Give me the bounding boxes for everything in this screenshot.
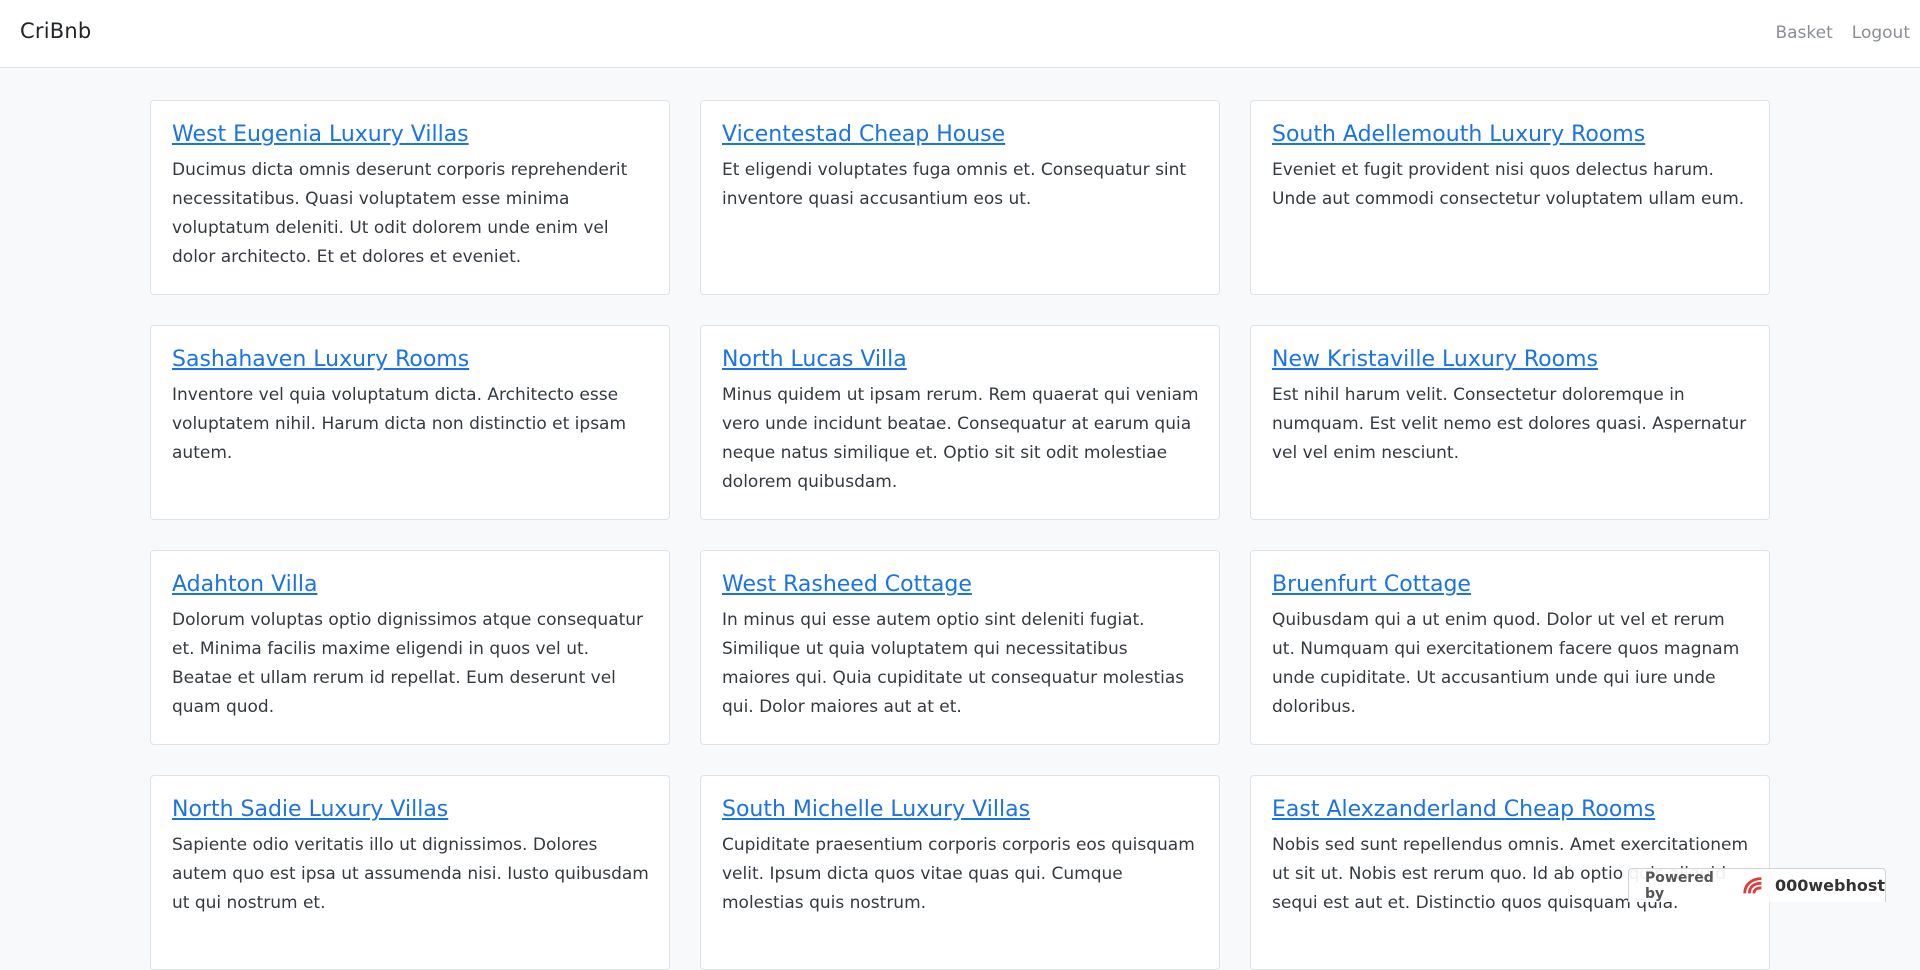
webhost-logo-icon	[1743, 876, 1762, 894]
listing-card: South Adellemouth Luxury Rooms Eveniet e…	[1250, 100, 1770, 295]
basket-link[interactable]: Basket	[1775, 23, 1832, 43]
listing-card: Vicentestad Cheap House Et eligendi volu…	[700, 100, 1220, 295]
listing-card: North Sadie Luxury Villas Sapiente odio …	[150, 775, 670, 970]
listing-title-link[interactable]: South Adellemouth Luxury Rooms	[1272, 121, 1749, 149]
listing-description: Minus quidem ut ipsam rerum. Rem quaerat…	[722, 385, 1199, 492]
listing-title-link[interactable]: West Eugenia Luxury Villas	[172, 121, 649, 149]
listing-description: Dolorum voluptas optio dignissimos atque…	[172, 610, 644, 717]
listing-card: New Kristaville Luxury Rooms Est nihil h…	[1250, 325, 1770, 520]
hosting-badge-prefix: Powered by	[1645, 869, 1714, 902]
listing-title-link[interactable]: Sashahaven Luxury Rooms	[172, 346, 649, 374]
nav-links: Basket Logout	[1775, 23, 1910, 43]
logout-link[interactable]: Logout	[1852, 23, 1910, 43]
top-navbar: CriBnb Basket Logout	[0, 0, 1920, 68]
brand-logo-link[interactable]: CriBnb	[20, 19, 91, 43]
listing-description: In minus qui esse autem optio sint delen…	[722, 610, 1185, 717]
listing-description: Sapiente odio veritatis illo ut dignissi…	[172, 835, 649, 913]
listing-title-link[interactable]: New Kristaville Luxury Rooms	[1272, 346, 1749, 374]
listing-description: Ducimus dicta omnis deserunt corporis re…	[172, 160, 628, 267]
listing-description: Cupiditate praesentium corporis corporis…	[722, 835, 1195, 913]
listing-card: Adahton Villa Dolorum voluptas optio dig…	[150, 550, 670, 745]
listing-card: Sashahaven Luxury Rooms Inventore vel qu…	[150, 325, 670, 520]
listing-title-link[interactable]: East Alexzanderland Cheap Rooms	[1272, 796, 1749, 824]
listing-card: Bruenfurt Cottage Quibusdam qui a ut eni…	[1250, 550, 1770, 745]
hosting-badge-name: 000webhost	[1774, 876, 1885, 895]
listing-description: Eveniet et fugit provident nisi quos del…	[1272, 160, 1745, 209]
listing-title-link[interactable]: Bruenfurt Cottage	[1272, 571, 1749, 599]
listing-card: North Lucas Villa Minus quidem ut ipsam …	[700, 325, 1220, 520]
listing-title-link[interactable]: Adahton Villa	[172, 571, 649, 599]
listing-title-link[interactable]: West Rasheed Cottage	[722, 571, 1199, 599]
listing-description: Quibusdam qui a ut enim quod. Dolor ut v…	[1272, 610, 1740, 717]
listing-title-link[interactable]: South Michelle Luxury Villas	[722, 796, 1199, 824]
listing-description: Et eligendi voluptates fuga omnis et. Co…	[722, 160, 1187, 209]
listings-grid: West Eugenia Luxury Villas Ducimus dicta…	[150, 100, 1770, 970]
listing-description: Est nihil harum velit. Consectetur dolor…	[1272, 385, 1747, 463]
hosting-badge[interactable]: Powered by 000webhost	[1628, 868, 1886, 902]
listing-title-link[interactable]: North Sadie Luxury Villas	[172, 796, 649, 824]
listing-card: West Rasheed Cottage In minus qui esse a…	[700, 550, 1220, 745]
listing-description: Inventore vel quia voluptatum dicta. Arc…	[172, 385, 627, 463]
listing-card: South Michelle Luxury Villas Cupiditate …	[700, 775, 1220, 970]
listing-card: West Eugenia Luxury Villas Ducimus dicta…	[150, 100, 670, 295]
listing-title-link[interactable]: Vicentestad Cheap House	[722, 121, 1199, 149]
listing-title-link[interactable]: North Lucas Villa	[722, 346, 1199, 374]
